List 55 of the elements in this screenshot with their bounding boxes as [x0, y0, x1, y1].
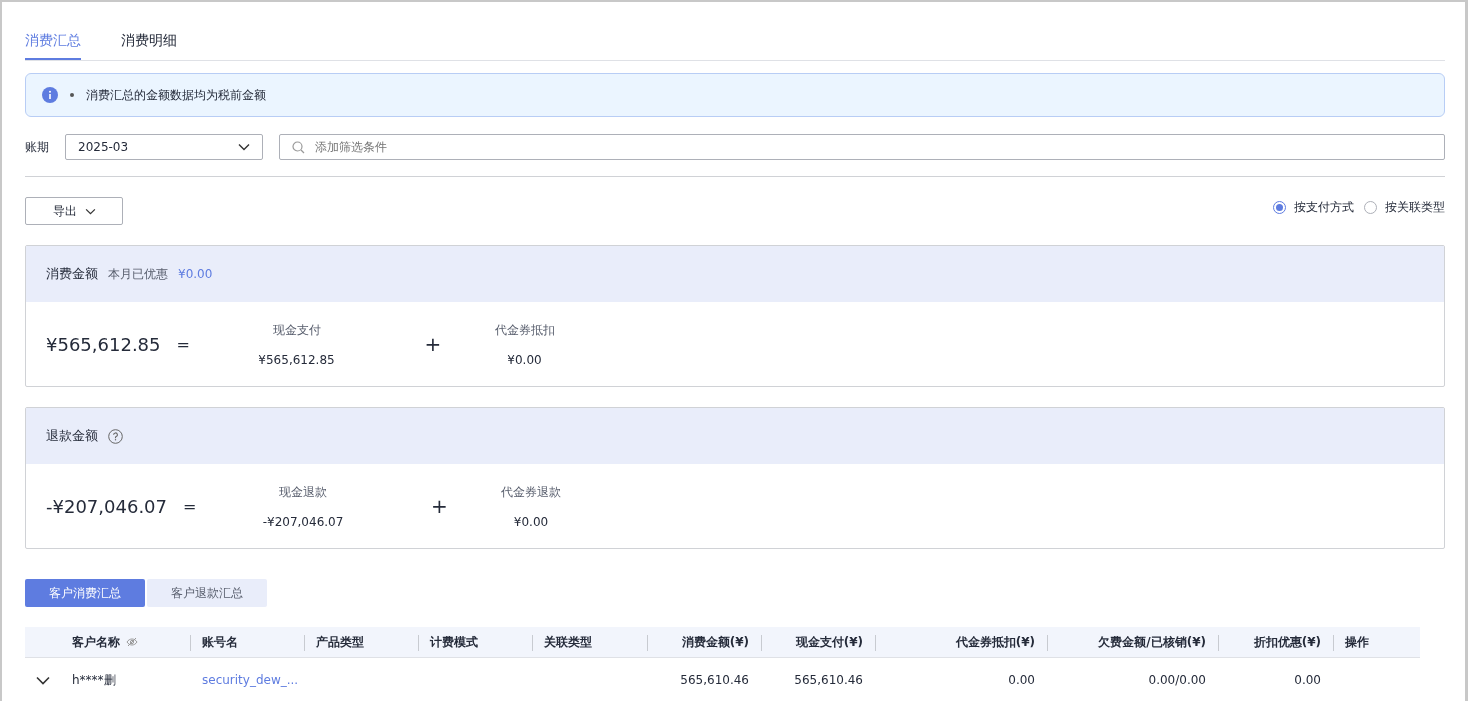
part-label: 现金支付 [272, 321, 321, 339]
tab[interactable]: 消费汇总 [25, 22, 81, 60]
radio-option[interactable]: 按关联类型 [1364, 198, 1445, 216]
info-icon [42, 87, 58, 103]
help-icon[interactable] [108, 428, 123, 444]
chevron-down-icon [238, 143, 250, 151]
table-cell: 0.00/0.00 [1148, 673, 1206, 687]
notice-text: 消费汇总的金额数据均为税前金额 [86, 86, 266, 104]
tab[interactable]: 客户消费汇总 [25, 579, 145, 607]
period-label: 账期 [25, 138, 50, 156]
part-label: 代金券抵扣 [494, 321, 555, 339]
period-select[interactable]: 2025-03 [65, 134, 263, 160]
account-link[interactable]: security_dew_... [202, 673, 299, 687]
table-cell: h****删 [72, 671, 116, 689]
equals-sign: = [176, 334, 191, 354]
column-header: 客户名称 [72, 633, 120, 651]
part-label: 现金退款 [279, 483, 327, 501]
plus-sign: + [424, 332, 443, 356]
export-button[interactable]: 导出 [25, 197, 123, 225]
search-icon [292, 140, 305, 154]
column-header: 现金支付(¥) [795, 633, 863, 651]
card-title: 消费金额 [46, 265, 98, 283]
table-cell: 565,610.46 [794, 673, 863, 687]
plus-sign: + [431, 494, 449, 518]
table-cell: 0.00 [1294, 673, 1321, 687]
part-value: ¥0.00 [507, 352, 542, 367]
part-value: ¥565,612.85 [258, 352, 335, 367]
table-cell: 565,610.46 [680, 673, 749, 687]
radio-option[interactable]: 按支付方式 [1273, 198, 1354, 216]
column-header: 消费金额(¥) [681, 633, 749, 651]
tab[interactable]: 消费明细 [121, 22, 177, 60]
column-header: 折扣优惠(¥) [1253, 633, 1321, 651]
part-value: ¥0.00 [513, 514, 549, 529]
column-header: 产品类型 [316, 633, 364, 651]
card-title: 退款金额 [46, 427, 98, 445]
chevron-down-icon [84, 207, 96, 215]
column-header: 账号名 [202, 633, 238, 651]
discount-label: 本月已优惠 [108, 265, 168, 283]
total-amount: -¥207,046.07 [46, 495, 167, 517]
eye-slash-icon[interactable] [126, 637, 138, 647]
bullet-icon [70, 93, 74, 97]
table-cell: 0.00 [1008, 673, 1035, 687]
discount-value: ¥0.00 [178, 267, 213, 281]
total-amount: ¥565,612.85 [46, 333, 161, 355]
equals-sign: = [183, 496, 198, 516]
column-header: 计费模式 [430, 633, 478, 651]
column-header: 欠费金额/已核销(¥) [1098, 633, 1206, 651]
part-value: -¥207,046.07 [262, 514, 344, 529]
search-field[interactable]: 添加筛选条件 [279, 134, 1445, 160]
column-header: 代金券抵扣(¥) [955, 633, 1035, 651]
column-header: 关联类型 [544, 633, 592, 651]
part-label: 代金券退款 [501, 483, 561, 501]
column-header: 操作 [1345, 633, 1369, 651]
tab[interactable]: 客户退款汇总 [147, 579, 267, 607]
expand-chevron-icon[interactable] [35, 675, 50, 685]
